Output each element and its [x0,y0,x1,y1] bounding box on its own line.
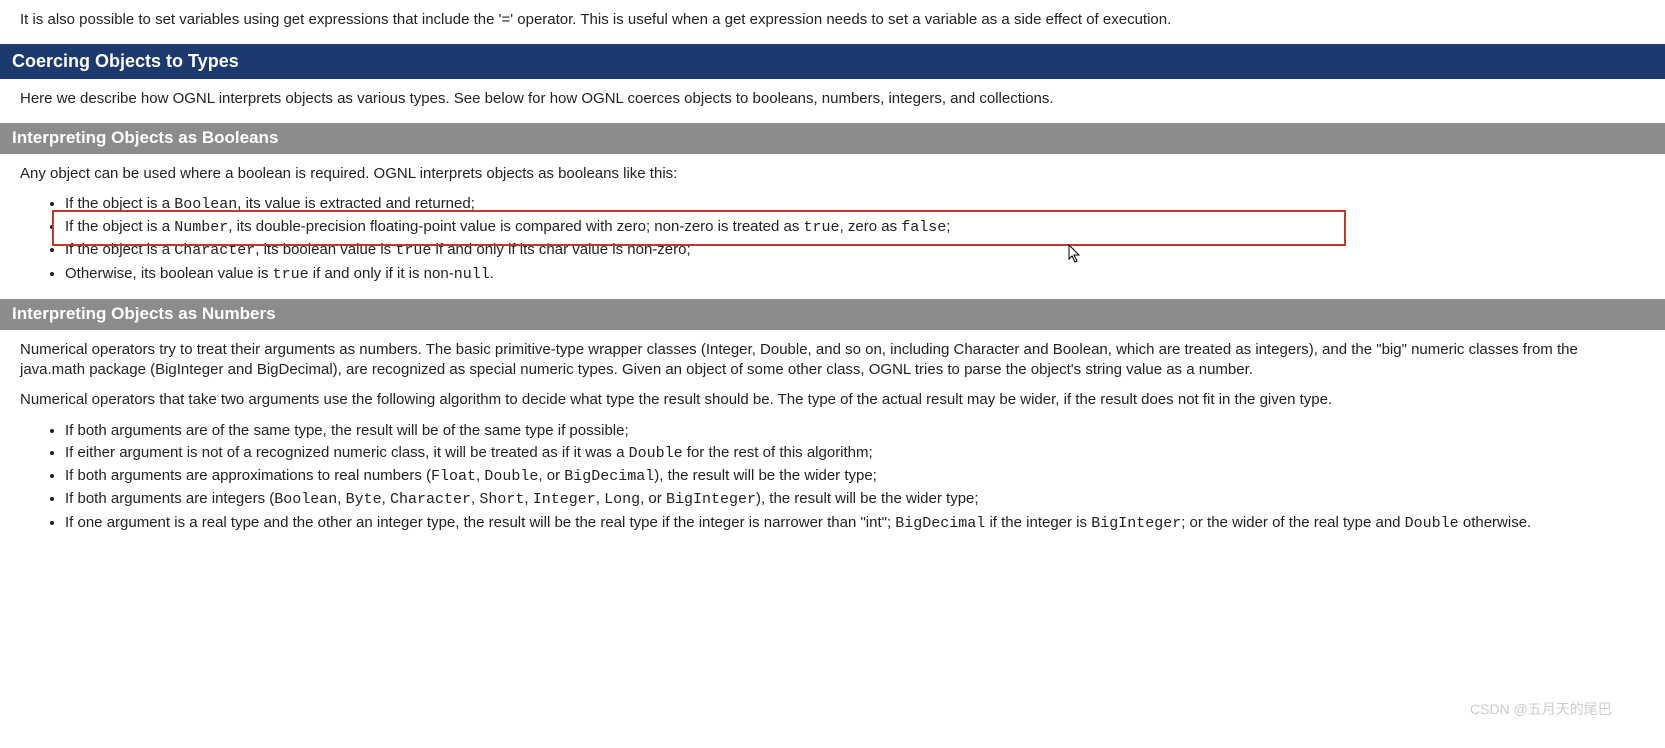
code-double: Double [484,468,538,485]
watermark: CSDN @五月天的尾巴 [1470,700,1612,719]
section-header-coercing: Coercing Objects to Types [0,44,1665,78]
code-null: null [454,266,490,283]
numbers-p2: Numerical operators that take two argume… [20,390,1645,410]
highlight-box [52,210,1346,246]
list-item: If both arguments are of the same type, … [65,421,1645,441]
coercing-desc: Here we describe how OGNL interprets obj… [20,89,1645,109]
code-biginteger: BigInteger [666,491,756,508]
numbers-p1: Numerical operators try to treat their a… [20,340,1645,381]
code-short: Short [479,491,524,508]
code-bigdecimal: BigDecimal [564,468,654,485]
list-item: Otherwise, its boolean value is true if … [65,264,1645,285]
code-boolean: Boolean [274,491,337,508]
code-long: Long [604,491,640,508]
numbers-list: If both arguments are of the same type, … [20,421,1645,534]
code-character: Character [390,491,471,508]
list-item: If both arguments are integers (Boolean,… [65,489,1645,510]
code-float: Float [431,468,476,485]
code-bigdecimal: BigDecimal [895,515,985,532]
list-item: If one argument is a real type and the o… [65,513,1645,534]
section-header-numbers: Interpreting Objects as Numbers [0,299,1665,330]
list-item: If either argument is not of a recognize… [65,443,1645,464]
list-item: If both arguments are approximations to … [65,466,1645,487]
code-integer: Integer [533,491,596,508]
code-double: Double [629,445,683,462]
booleans-desc: Any object can be used where a boolean i… [20,164,1645,184]
code-true: true [273,266,309,283]
intro-paragraph: It is also possible to set variables usi… [20,10,1645,30]
code-byte: Byte [346,491,382,508]
code-double: Double [1405,515,1459,532]
code-biginteger: BigInteger [1091,515,1181,532]
section-header-booleans: Interpreting Objects as Booleans [0,123,1665,154]
